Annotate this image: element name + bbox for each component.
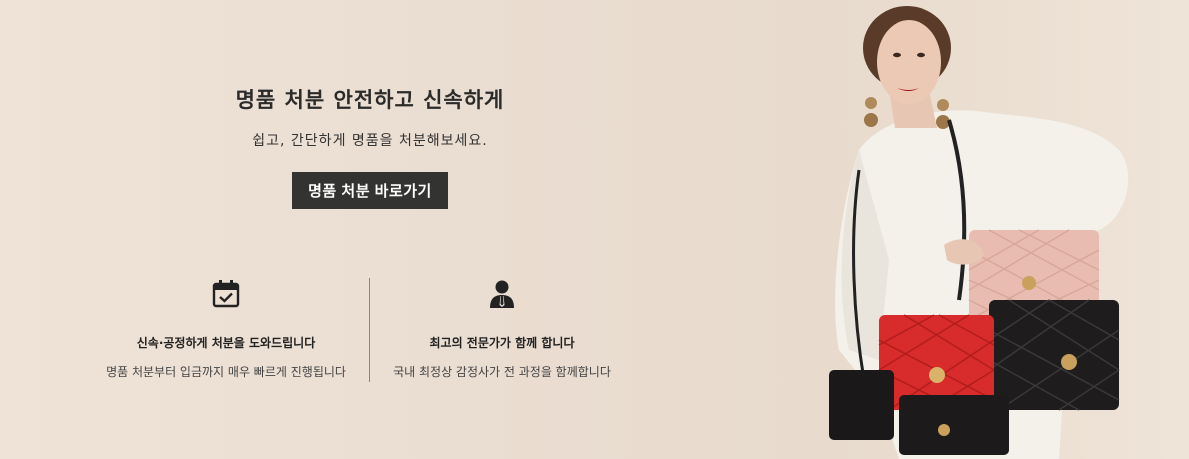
feature-desc: 국내 최정상 감정사가 전 과정을 함께합니다 [393, 365, 611, 379]
calendar-check-icon [212, 280, 240, 308]
feature-title: 최고의 전문가가 함께 합니다 [429, 336, 575, 350]
feature-title: 신속·공정하게 처분을 도와드립니다 [136, 336, 316, 350]
hero-subline: 쉽고, 간단하게 명품을 처분해보세요. [252, 133, 488, 149]
hero-banner: 명품 처분 안전하고 신속하게 쉽고, 간단하게 명품을 처분해보세요. 명품 … [0, 0, 1189, 459]
model-with-handbags-image [829, 6, 1129, 459]
feature-experts: 최고의 전문가가 함께 합니다 국내 최정상 감정사가 전 과정을 함께합니다 [352, 278, 652, 380]
feature-desc: 명품 처분부터 입금까지 매우 빠르게 진행됩니다 [106, 365, 346, 379]
hero-text-block: 명품 처분 안전하고 신속하게 쉽고, 간단하게 명품을 처분해보세요. 명품 … [160, 80, 580, 209]
expert-person-icon [490, 280, 514, 308]
sell-luxury-button[interactable]: 명품 처분 바로가기 [292, 172, 448, 209]
hero-headline: 명품 처분 안전하고 신속하게 [235, 88, 505, 112]
feature-fast-fair: 신속·공정하게 처분을 도와드립니다 명품 처분부터 입금까지 매우 빠르게 진… [76, 278, 376, 380]
